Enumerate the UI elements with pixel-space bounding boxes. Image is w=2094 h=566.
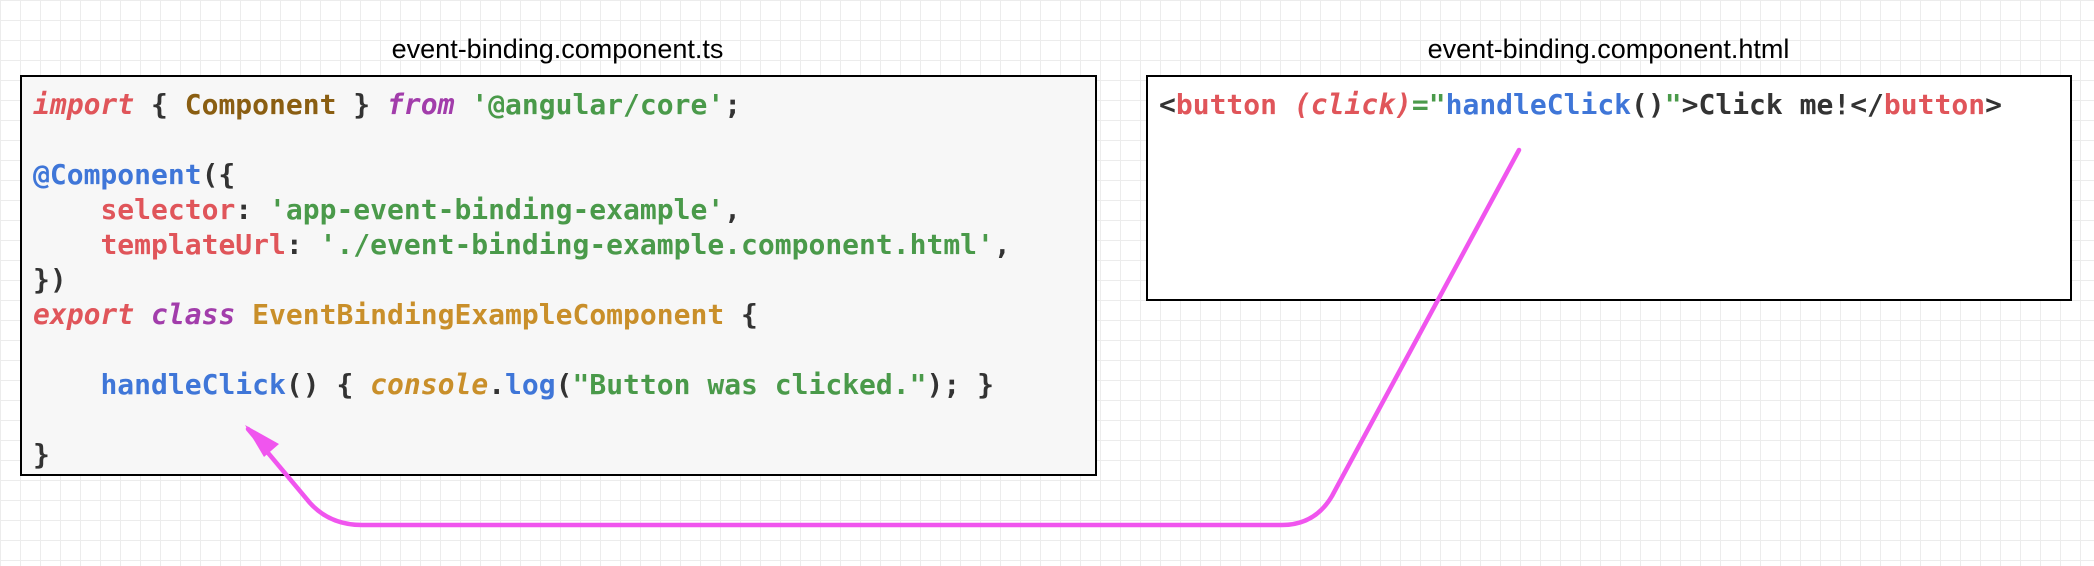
code-token: , bbox=[724, 193, 742, 226]
code-token: from bbox=[387, 88, 455, 121]
code-token: " bbox=[1664, 88, 1682, 121]
code-token: ); } bbox=[926, 368, 994, 401]
ts-code-panel: import { Component } from '@angular/core… bbox=[20, 75, 1097, 476]
code-token: , bbox=[993, 228, 1011, 261]
code-token: EventBindingExampleComponent bbox=[252, 298, 725, 331]
code-token: : bbox=[285, 228, 320, 261]
code-line: } bbox=[33, 437, 1095, 472]
code-token: handleClick bbox=[1445, 88, 1632, 121]
code-token: (click) bbox=[1293, 88, 1412, 121]
code-token: './event-binding-example.component.html' bbox=[319, 228, 994, 261]
code-token: ({ bbox=[201, 158, 236, 191]
code-token: log bbox=[505, 368, 556, 401]
code-token: import bbox=[33, 88, 135, 121]
code-token: () { bbox=[285, 368, 371, 401]
code-line: selector: 'app-event-binding-example', bbox=[33, 192, 1095, 227]
ts-file-title: event-binding.component.ts bbox=[391, 34, 724, 64]
code-token: { bbox=[134, 88, 185, 121]
code-token: 'app-event-binding-example' bbox=[269, 193, 725, 226]
code-line: templateUrl: './event-binding-example.co… bbox=[33, 227, 1095, 262]
code-token: . bbox=[488, 368, 506, 401]
code-token: @Component bbox=[33, 158, 202, 191]
code-token: handleClick bbox=[100, 368, 286, 401]
code-token: button bbox=[1175, 88, 1278, 121]
code-token: button bbox=[1883, 88, 1986, 121]
code-token: selector bbox=[100, 193, 236, 226]
code-line: @Component({ bbox=[33, 157, 1095, 192]
code-token: ( bbox=[555, 368, 573, 401]
html-file-title: event-binding.component.html bbox=[1427, 34, 1790, 64]
code-token: class bbox=[151, 298, 236, 331]
code-line: export class EventBindingExampleComponen… bbox=[33, 297, 1095, 332]
html-code-panel: <button (click)="handleClick()">Click me… bbox=[1146, 75, 2072, 301]
code-token: export bbox=[33, 298, 135, 331]
code-line: import { Component } from '@angular/core… bbox=[33, 87, 1095, 122]
code-token: : bbox=[235, 193, 270, 226]
code-token: templateUrl bbox=[100, 228, 286, 261]
code-token: "Button was clicked." bbox=[572, 368, 927, 401]
code-token: =" bbox=[1411, 88, 1446, 121]
code-token: { bbox=[724, 298, 758, 331]
code-line: handleClick() { console.log("Button was … bbox=[33, 367, 1095, 402]
code-line: <button (click)="handleClick()">Click me… bbox=[1159, 87, 2070, 122]
code-token: ; bbox=[724, 88, 742, 121]
code-token: > bbox=[1985, 88, 2002, 121]
code-line: }) bbox=[33, 262, 1095, 297]
code-token: >Click me!</ bbox=[1681, 88, 1884, 121]
code-token: console bbox=[370, 368, 489, 401]
code-token: } bbox=[33, 438, 50, 471]
code-token: () bbox=[1631, 88, 1665, 121]
code-token: < bbox=[1159, 88, 1176, 121]
code-token: } bbox=[336, 88, 388, 121]
code-token: '@angular/core' bbox=[471, 88, 725, 121]
code-token: }) bbox=[33, 263, 67, 296]
code-token: Component bbox=[184, 88, 337, 121]
